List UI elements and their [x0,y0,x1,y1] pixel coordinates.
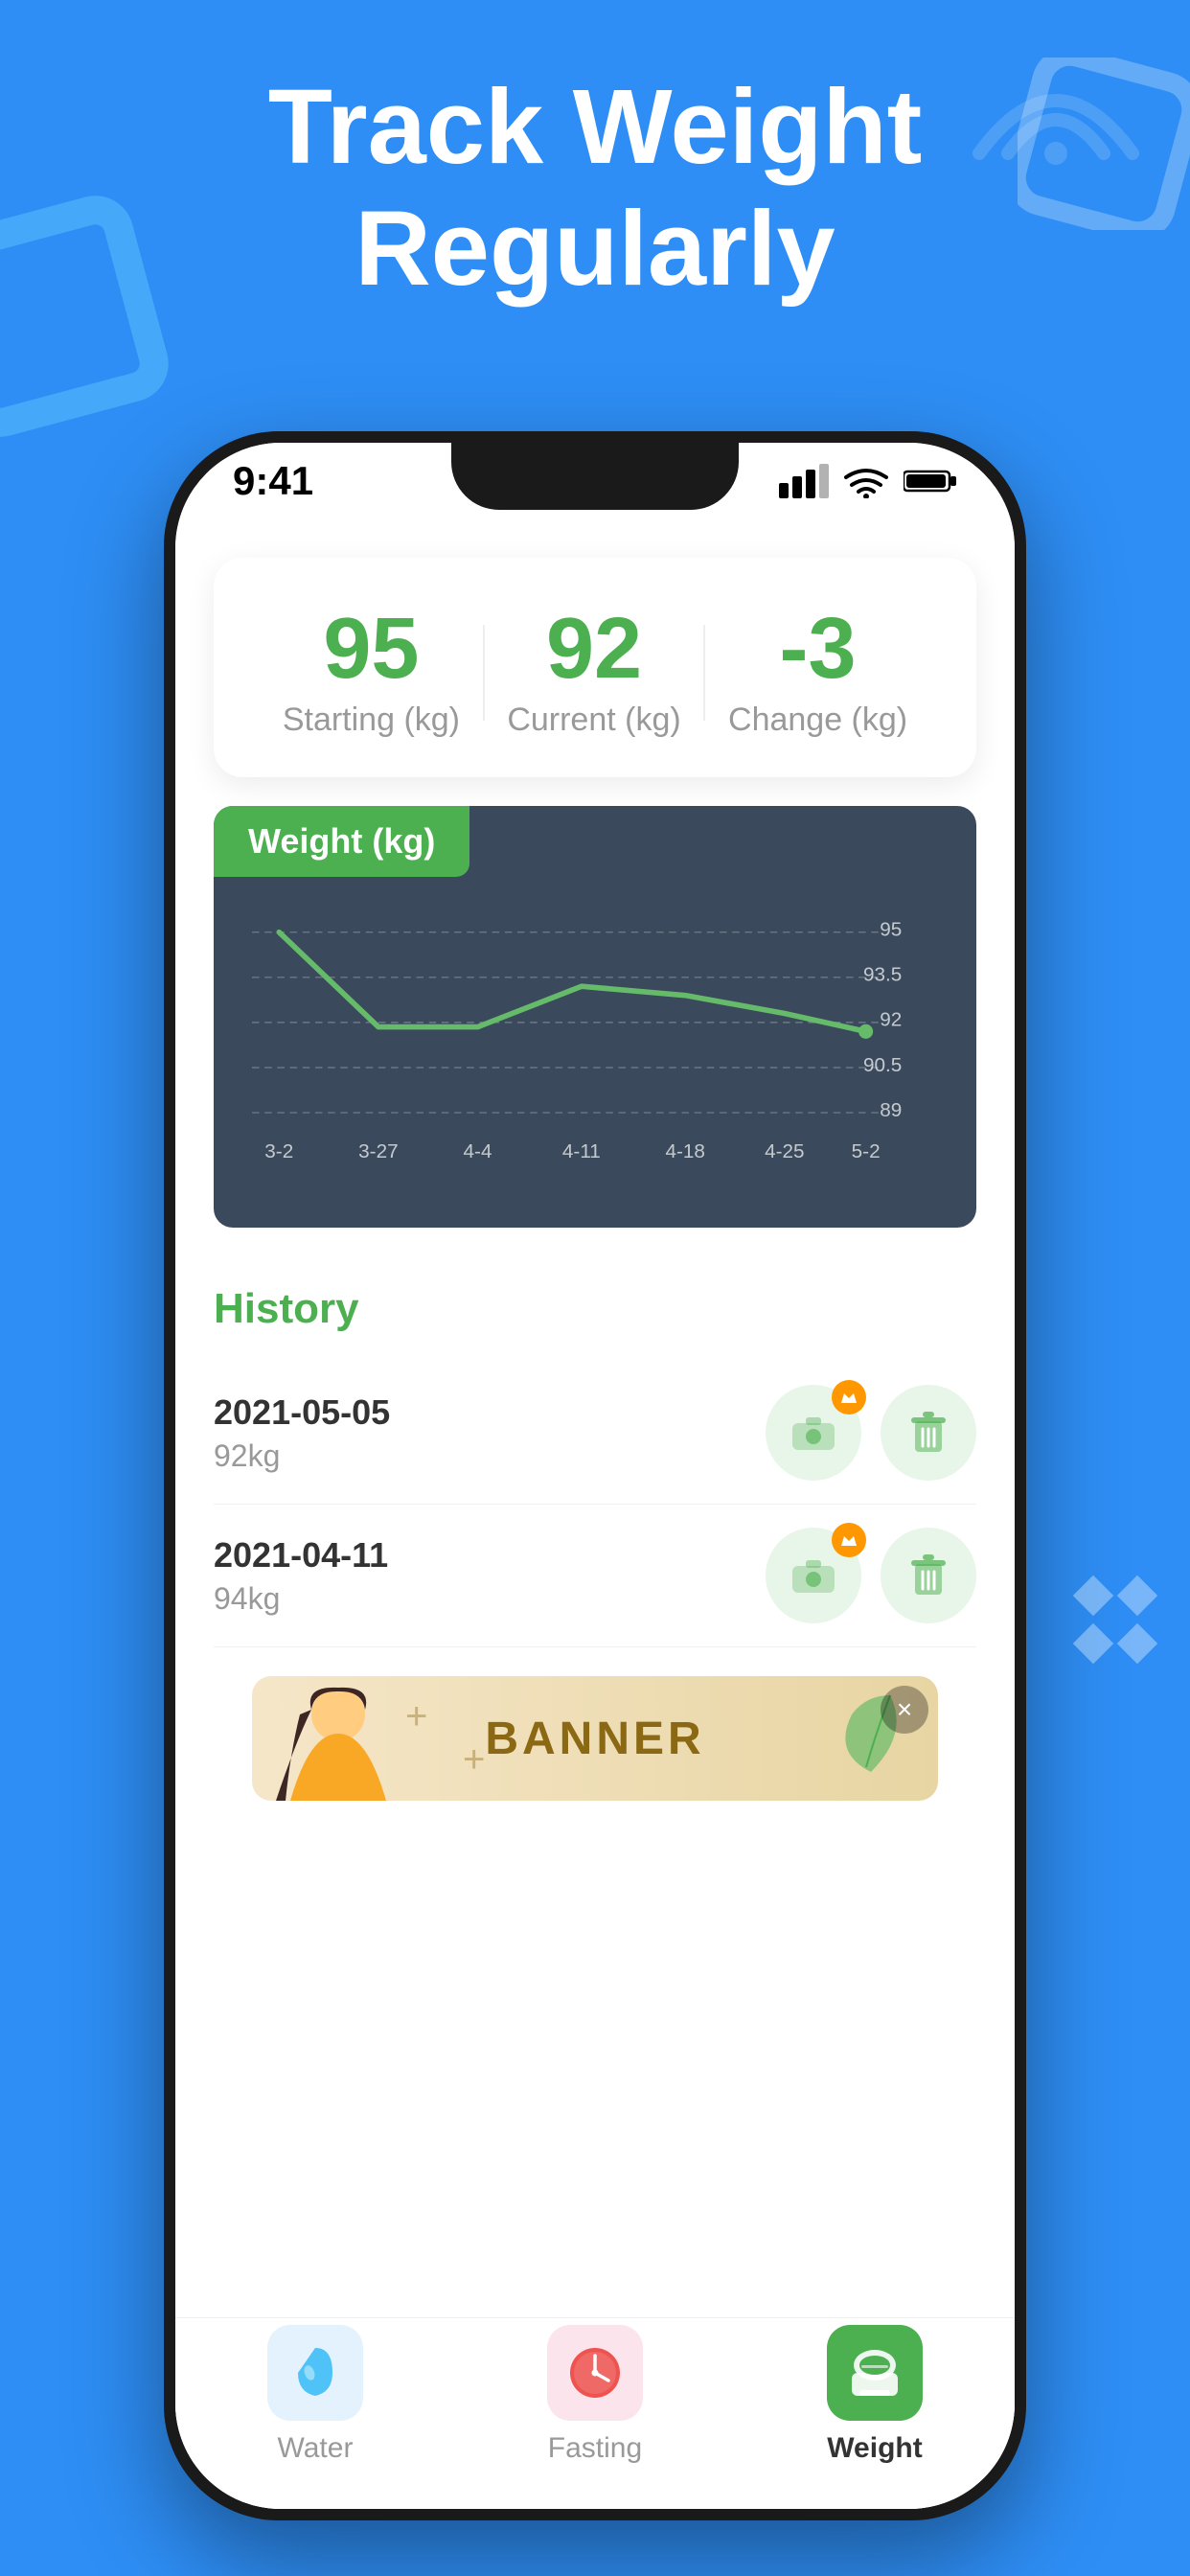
tab-fasting[interactable]: Fasting [547,2325,643,2465]
history-date-1: 2021-05-05 [214,1392,390,1433]
stat-change: -3 Change (kg) [728,606,907,739]
weight-chart-svg: 95 93.5 92 90.5 89 [252,896,938,1184]
svg-text:4-4: 4-4 [464,1140,492,1162]
camera-button-1[interactable] [766,1385,861,1481]
tab-water[interactable]: Water [267,2325,363,2465]
svg-text:89: 89 [880,1099,902,1121]
camera-icon-2 [792,1558,835,1593]
notch [451,443,739,510]
svg-text:4-11: 4-11 [562,1140,601,1162]
svg-text:3-27: 3-27 [358,1140,398,1162]
scale-icon [846,2344,904,2402]
svg-text:95: 95 [880,918,902,940]
stats-card: 95 Starting (kg) 92 Current (kg) -3 Chan… [214,558,976,777]
banner-plus-1: + [405,1695,427,1738]
hero-title: Track Weight Regularly [77,67,1113,310]
phone-inner: 9:41 [175,443,1015,2509]
trash-icon-1 [911,1412,946,1454]
history-item-2: 2021-04-11 94kg [214,1505,976,1647]
clock-icon [568,2346,622,2400]
wifi-icon [844,464,888,498]
svg-text:3-2: 3-2 [264,1140,293,1162]
history-info-2: 2021-04-11 94kg [214,1535,388,1617]
svg-text:93.5: 93.5 [863,964,902,986]
change-label: Change (kg) [728,702,907,739]
current-value: 92 [507,606,680,692]
svg-text:90.5: 90.5 [863,1054,902,1076]
water-tab-icon [267,2325,363,2421]
water-drop-icon [290,2344,340,2402]
banner-plus-2: + [463,1738,485,1782]
delete-button-2[interactable] [881,1528,976,1623]
chart-header: Weight (kg) [214,806,469,877]
stat-divider-2 [703,625,705,721]
badge-1 [832,1380,866,1414]
weight-tab-icon [827,2325,923,2421]
tab-weight[interactable]: Weight [827,2325,923,2465]
chart-title: Weight (kg) [248,821,435,861]
phone-outer: 9:41 [164,431,1026,2520]
banner-girl [271,1676,405,1801]
delete-button-1[interactable] [881,1385,976,1481]
stat-current: 92 Current (kg) [507,606,680,739]
history-weight-2: 94kg [214,1581,388,1617]
crown-icon-2 [839,1532,858,1548]
history-item: 2021-05-05 92kg [214,1362,976,1505]
svg-text:4-25: 4-25 [765,1140,804,1162]
history-title: History [214,1285,976,1333]
close-icon: × [897,1694,912,1725]
trash-icon-2 [911,1554,946,1597]
camera-icon-1 [792,1415,835,1450]
starting-value: 95 [283,606,460,692]
signal-icon [779,464,829,498]
history-actions-2 [766,1528,976,1623]
hero-title-block: Track Weight Regularly [0,67,1190,310]
weight-chart-container: Weight (kg) 95 93. [214,806,976,1228]
diamonds-decoration [1079,1581,1152,1658]
camera-button-2[interactable] [766,1528,861,1623]
history-weight-1: 92kg [214,1438,390,1474]
tab-bar: Water Fas [175,2317,1015,2509]
change-value: -3 [728,606,907,692]
crown-icon-1 [839,1390,858,1405]
banner-text: BANNER [485,1713,704,1765]
fasting-tab-label: Fasting [548,2432,642,2465]
water-tab-label: Water [278,2432,354,2465]
status-icons [779,464,957,498]
banner-wrapper: + + BANNER × [175,1676,1015,1829]
badge-2 [832,1523,866,1557]
battery-icon [904,468,957,494]
stat-divider-1 [483,625,485,721]
history-section: History 2021-05-05 92kg [175,1256,1015,1676]
banner: + + BANNER × [252,1676,938,1801]
phone-content: 95 Starting (kg) 92 Current (kg) -3 Chan… [175,519,1015,2509]
svg-text:92: 92 [880,1009,902,1031]
current-label: Current (kg) [507,702,680,739]
history-actions-1 [766,1385,976,1481]
phone-mockup: 9:41 [164,431,1026,2520]
girl-illustration [271,1676,405,1801]
chart-body: 95 93.5 92 90.5 89 [214,877,976,1228]
history-date-2: 2021-04-11 [214,1535,388,1576]
banner-close-button[interactable]: × [881,1686,928,1734]
svg-text:5-2: 5-2 [852,1140,881,1162]
starting-label: Starting (kg) [283,702,460,739]
svg-text:4-18: 4-18 [665,1140,704,1162]
status-bar: 9:41 [175,443,1015,519]
status-time: 9:41 [233,458,313,504]
stat-starting: 95 Starting (kg) [283,606,460,739]
fasting-tab-icon [547,2325,643,2421]
weight-tab-label: Weight [827,2432,922,2465]
history-info-1: 2021-05-05 92kg [214,1392,390,1474]
